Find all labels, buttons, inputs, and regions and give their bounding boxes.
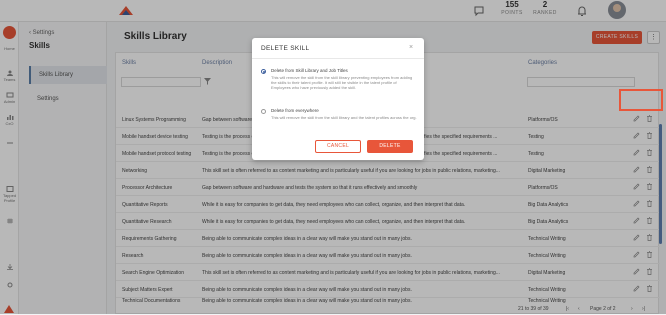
option-description: This will remove the skill from the skil… — [271, 75, 413, 90]
divider — [252, 58, 424, 59]
option-description: This will remove the skill from the skil… — [271, 115, 417, 120]
dialog-title: DELETE SKILL — [261, 45, 310, 52]
delete-button[interactable]: DELETE — [367, 140, 413, 153]
cancel-button[interactable]: CANCEL — [315, 140, 361, 153]
delete-everywhere-radio[interactable] — [261, 109, 266, 114]
delete-from-library-radio[interactable] — [261, 69, 266, 74]
close-icon[interactable]: × — [409, 44, 413, 51]
option-title: Delete from Skill Library and Job Titles — [271, 68, 348, 73]
action-highlight-box — [619, 89, 663, 111]
delete-skill-dialog: DELETE SKILL × Delete from Skill Library… — [252, 38, 424, 160]
option-title: Delete from everywhere — [271, 108, 319, 113]
